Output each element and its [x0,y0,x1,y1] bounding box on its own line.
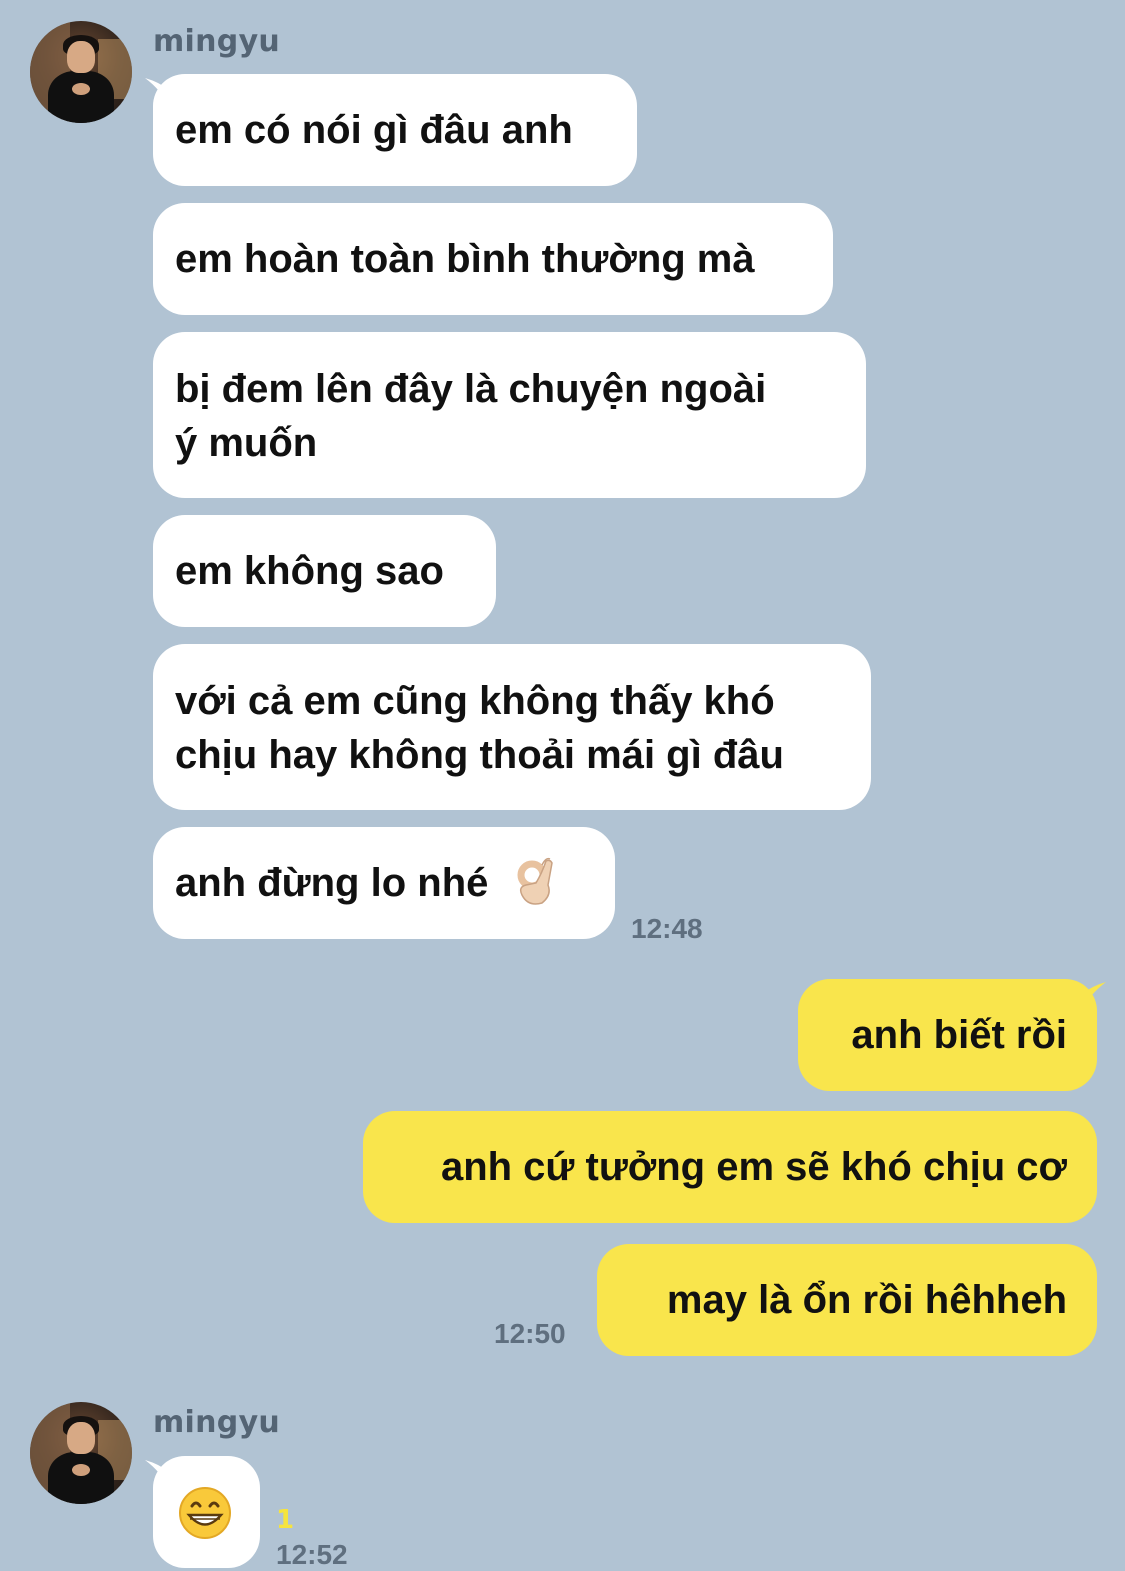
sender-name: mingyu [153,1405,281,1440]
message-bubble[interactable]: với cả em cũng không thấy khó chịu hay k… [153,644,871,810]
message-bubble[interactable]: em hoàn toàn bình thường mà [153,203,833,315]
message-bubble[interactable] [153,1456,260,1568]
message-bubble[interactable]: em có nói gì đâu anh [153,74,637,186]
unread-count: 1 [276,1505,295,1535]
message-text: em có nói gì đâu anh [175,108,573,152]
message-timestamp: 12:48 [631,913,703,944]
message-text-line: chịu hay không thoải mái gì đâu [175,733,784,777]
avatar[interactable] [30,21,132,123]
message-text: may là ổn rồi hêhheh [666,1278,1067,1322]
message-text-line: với cả em cũng không thấy khó [175,679,775,723]
message-text: anh cứ tưởng em sẽ khó chịu cơ [440,1145,1067,1189]
message-timestamp: 12:52 [276,1539,348,1570]
message-bubble[interactable]: anh biết rồi [798,979,1097,1091]
message-text: anh đừng lo nhé [175,861,489,905]
grinning-face-icon [179,1487,231,1539]
message-bubble[interactable]: bị đem lên đây là chuyện ngoài ý muốn [153,332,866,498]
message-bubble[interactable]: may là ổn rồi hêhheh [597,1244,1097,1356]
message-bubble[interactable]: anh đừng lo nhé [153,827,615,939]
message-text-line: bị đem lên đây là chuyện ngoài [175,367,767,411]
ok-hand-icon [517,858,553,906]
message-bubble[interactable]: em không sao [153,515,496,627]
message-text: em hoàn toàn bình thường mà [175,237,755,281]
message-text: em không sao [175,549,444,593]
message-text-line: ý muốn [175,421,318,465]
message-timestamp: 12:50 [494,1318,566,1349]
sender-name: mingyu [153,24,281,59]
avatar[interactable] [30,1402,132,1504]
message-bubble[interactable]: anh cứ tưởng em sẽ khó chịu cơ [363,1111,1097,1223]
message-text: anh biết rồi [851,1013,1067,1057]
